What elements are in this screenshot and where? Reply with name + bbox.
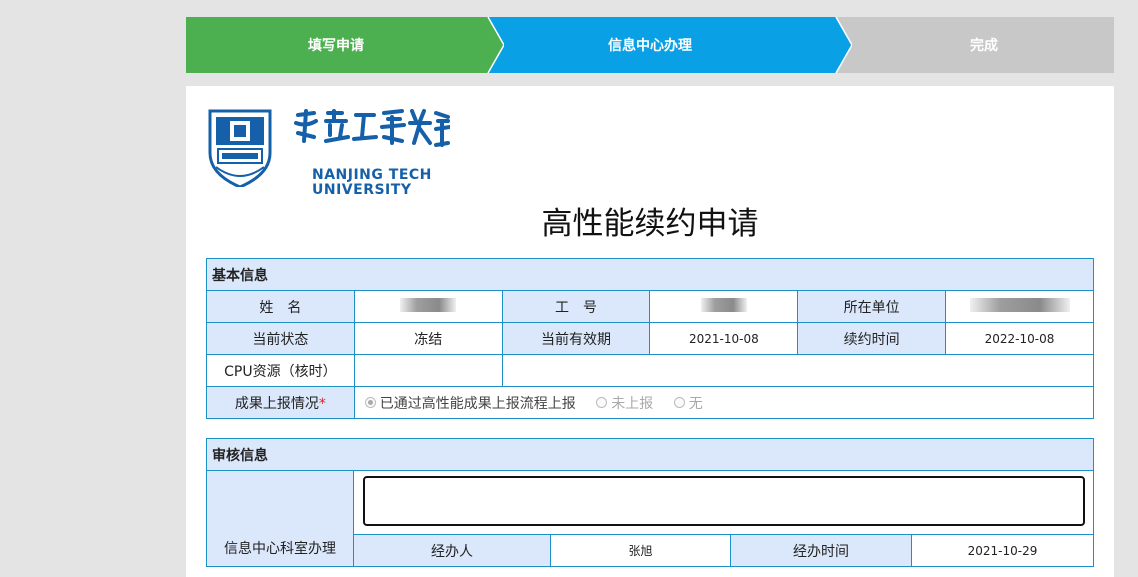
logo-line-1: NANJING TECH [312, 167, 432, 183]
redacted-value [400, 297, 457, 312]
form-card: NANJING TECH UNIVERSITY 高性能续约申请 基本信息 姓 名… [186, 86, 1114, 577]
valid-until-label: 当前有效期 [501, 322, 651, 355]
renew-time-value: 2022-10-08 [945, 322, 1094, 355]
cpu-blank [501, 354, 1095, 387]
handle-time-label: 经办时间 [730, 534, 912, 567]
university-logo: NANJING TECH UNIVERSITY [206, 107, 450, 198]
report-label: 成果上报情况* [206, 386, 355, 419]
step-fill-application: 填写申请 [186, 17, 486, 73]
page-title: 高性能续约申请 [541, 206, 759, 242]
office-handling-textarea[interactable] [362, 475, 1085, 526]
radio-label: 无 [688, 395, 703, 412]
report-label-text: 成果上报情况 [234, 395, 319, 412]
basic-info-table: 基本信息 姓 名 工 号 所在单位 当前状态 冻结 当前有效期 2021-10-… [206, 258, 1095, 419]
handle-time-value: 2021-10-29 [910, 534, 1095, 567]
step-label: 完成 [970, 38, 998, 54]
report-options: 已通过高性能成果上报流程上报 未上报 无 [353, 386, 1095, 419]
employee-id-label: 工 号 [501, 290, 651, 323]
status-label: 当前状态 [206, 322, 355, 355]
table-row: 信息中心科室办理 [205, 470, 1094, 567]
step-arrow [834, 17, 852, 73]
university-calligraphy-name [294, 109, 450, 147]
report-option-reported[interactable]: 已通过高性能成果上报流程上报 [364, 393, 576, 413]
redacted-value [700, 297, 747, 312]
logo-line-2: UNIVERSITY [312, 182, 412, 198]
nanjing-tech-seal-icon [208, 109, 272, 187]
progress-stepper: 填写申请 信息中心办理 完成 [186, 17, 1114, 73]
radio-checked-icon [364, 397, 376, 408]
office-label: 信息中心科室办理 [205, 470, 355, 567]
report-option-not-reported[interactable]: 未上报 [596, 393, 653, 413]
table-row: 当前状态 冻结 当前有效期 2021-10-08 续约时间 2022-10-08 [206, 322, 1094, 355]
report-option-none[interactable]: 无 [673, 393, 703, 413]
step-arrow [486, 17, 504, 73]
name-value [353, 290, 503, 323]
table-row: 姓 名 工 号 所在单位 [206, 290, 1094, 323]
unit-value [945, 290, 1094, 323]
table-row: CPU资源（核时） [206, 354, 1095, 387]
section-title: 基本信息 [206, 258, 1094, 291]
step-label: 填写申请 [308, 38, 364, 54]
required-mark: * [318, 395, 326, 412]
section-header: 基本信息 [206, 258, 1094, 291]
cpu-label: CPU资源（核时） [206, 354, 355, 387]
radio-icon [673, 397, 685, 408]
table-row: 成果上报情况* 已通过高性能成果上报流程上报 未上报 无 [206, 386, 1095, 419]
name-label: 姓 名 [206, 290, 355, 323]
step-info-center: 信息中心办理 [486, 17, 834, 73]
valid-until-value: 2021-10-08 [649, 322, 799, 355]
cpu-value [353, 354, 503, 387]
handler-label: 经办人 [353, 534, 552, 567]
university-english-name: NANJING TECH UNIVERSITY [312, 168, 432, 198]
status-value: 冻结 [353, 322, 503, 355]
radio-icon [596, 397, 608, 408]
section-title: 审核信息 [206, 438, 1094, 471]
step-complete: 完成 [834, 17, 1114, 73]
redacted-value [969, 297, 1070, 312]
section-header: 审核信息 [206, 438, 1094, 471]
office-cell [353, 470, 1094, 535]
review-info-table: 审核信息 信息中心科室办理 经办人 张旭 经办时间 2021-10-29 [205, 438, 1095, 567]
radio-label: 已通过高性能成果上报流程上报 [379, 395, 576, 412]
employee-id-value [649, 290, 799, 323]
radio-label: 未上报 [611, 395, 654, 412]
unit-label: 所在单位 [797, 290, 947, 323]
handler-value: 张旭 [550, 534, 731, 567]
renew-time-label: 续约时间 [797, 322, 947, 355]
step-label: 信息中心办理 [608, 38, 692, 54]
